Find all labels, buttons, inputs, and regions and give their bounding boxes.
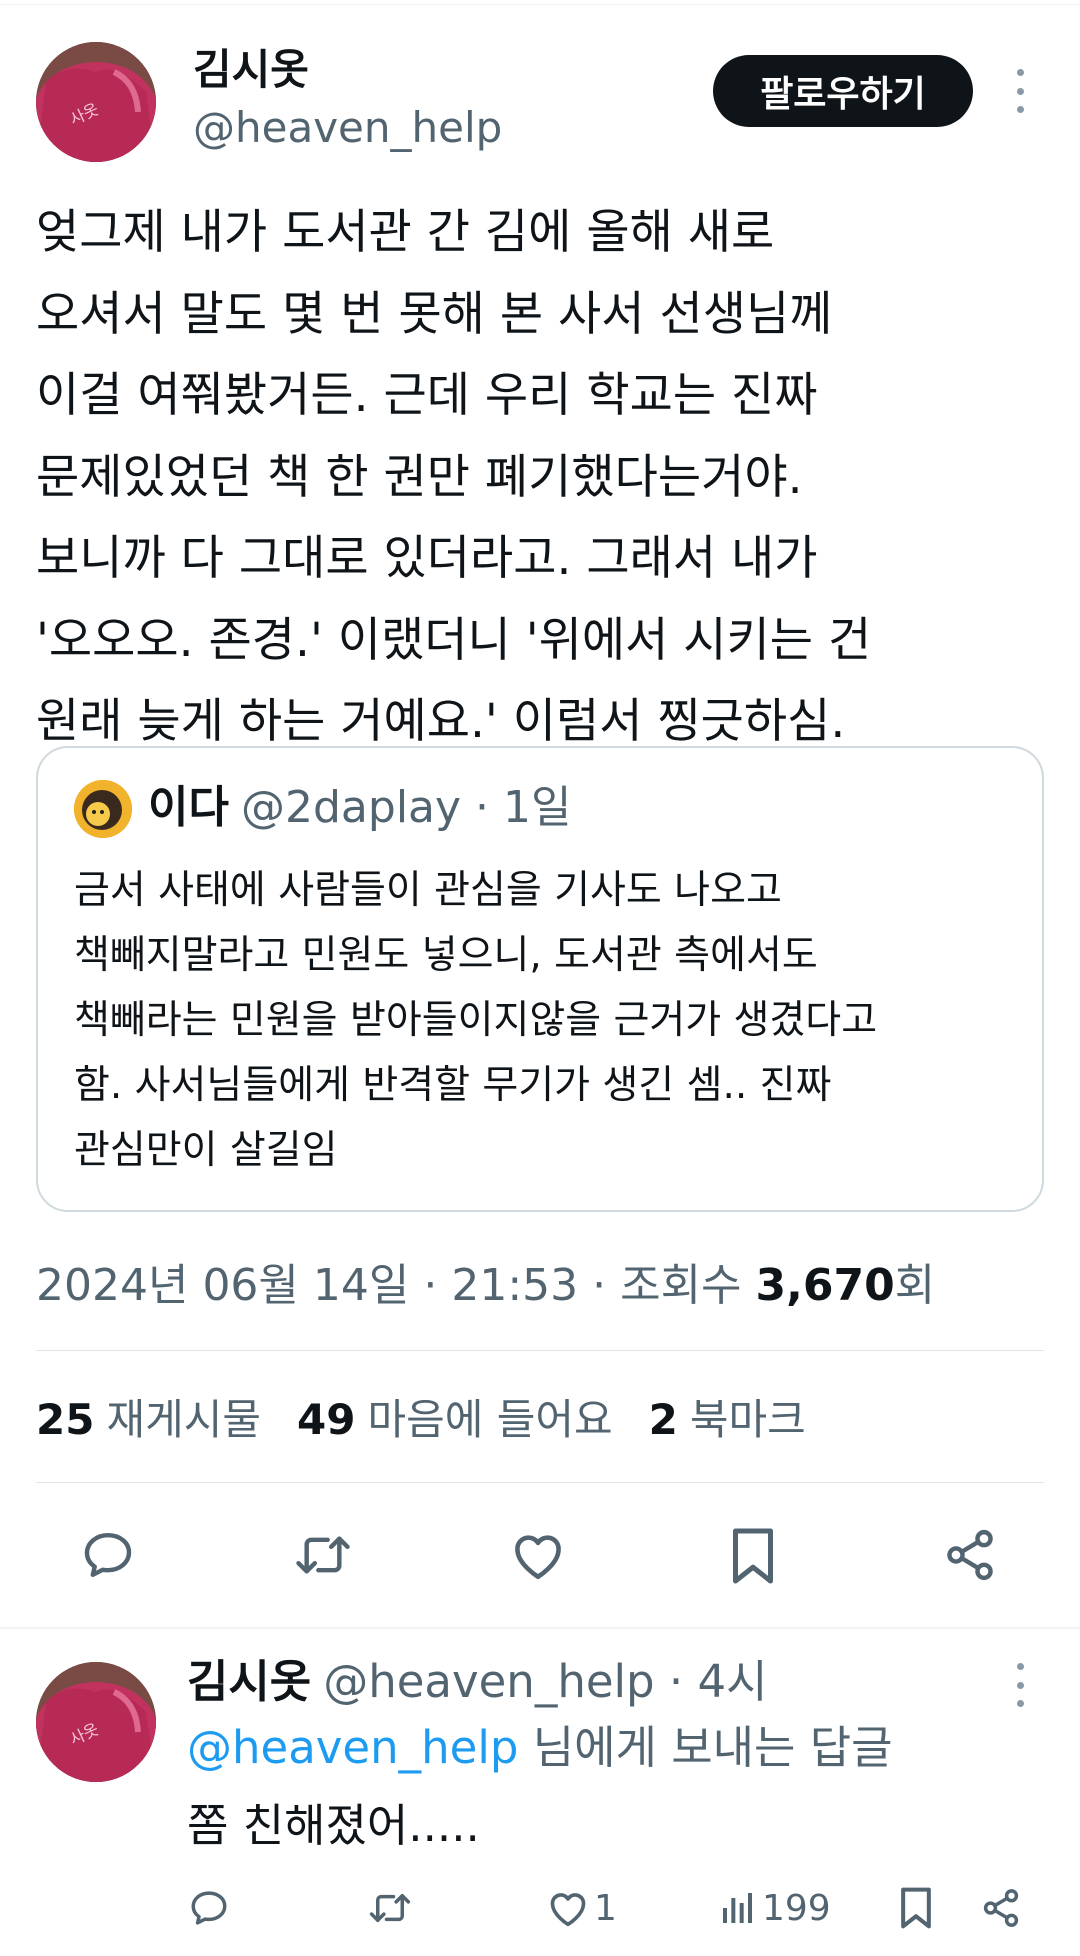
quote-avatar <box>74 780 132 838</box>
reply-icon[interactable] <box>78 1525 138 1585</box>
reply-views-button[interactable]: 199 <box>718 1878 831 1938</box>
divider <box>36 1482 1044 1483</box>
more-icon[interactable] <box>1008 61 1032 121</box>
like-icon <box>550 1893 586 1927</box>
more-icon[interactable] <box>1008 1655 1032 1715</box>
quoted-tweet[interactable]: 이다 @2daplay · 1일 금서 사태에 사람들이 관심을 기사도 나오고… <box>36 746 1044 1212</box>
replying-to: @heaven_help 님에게 보내는 답글 <box>187 1716 893 1780</box>
author-name[interactable]: 김시옷 <box>193 42 309 98</box>
bookmarks-stat[interactable]: 2 북마크 <box>649 1390 806 1450</box>
reply-repost-button[interactable] <box>366 1878 414 1938</box>
quote-text: 금서 사태에 사람들이 관심을 기사도 나오고 책빼지말라고 민원도 넣으니, … <box>74 868 878 1173</box>
reply-avatar[interactable]: 사옷 <box>36 1662 156 1782</box>
engagement-stats: 25 재게시물 49 마음에 들어요 2 북마크 <box>36 1390 842 1450</box>
quote-author-meta: @2daplay · 1일 <box>241 782 572 833</box>
likes-stat[interactable]: 49 마음에 들어요 <box>297 1390 613 1450</box>
follow-button[interactable]: 팔로우하기 <box>713 55 973 127</box>
avatar-image: 사옷 <box>36 42 156 162</box>
reply-icon <box>191 1891 227 1925</box>
avatar[interactable]: 사옷 <box>36 42 156 162</box>
share-icon[interactable] <box>940 1525 1000 1585</box>
quote-author-name: 이다 <box>148 782 229 833</box>
reply-like-count: 1 <box>594 1887 617 1929</box>
reply-author-name[interactable]: 김시옷 <box>187 1655 311 1708</box>
replying-to-suffix: 님에게 보내는 답글 <box>518 1721 893 1774</box>
mention-link[interactable]: @heaven_help <box>187 1721 518 1774</box>
share-icon <box>983 1889 1019 1927</box>
like-icon[interactable] <box>508 1525 568 1585</box>
top-divider <box>0 4 1080 5</box>
repost-icon[interactable] <box>290 1525 356 1585</box>
reply-views-count: 199 <box>762 1887 831 1929</box>
author-handle[interactable]: @heaven_help <box>193 100 502 156</box>
reply-share-button[interactable] <box>980 1878 1022 1938</box>
avatar-image: 사옷 <box>36 1662 156 1782</box>
section-divider <box>0 1627 1080 1629</box>
timestamp-text: 2024년 06월 14일 · 21:53 · 조회수 <box>36 1260 756 1311</box>
reply-meta: @heaven_help · 4시 <box>323 1655 768 1708</box>
tweet-timestamp: 2024년 06월 14일 · 21:53 · 조회수 3,670회 <box>36 1254 935 1318</box>
reply-reply-button[interactable] <box>187 1878 231 1938</box>
reply-like-button[interactable]: 1 <box>546 1878 617 1938</box>
reposts-stat[interactable]: 25 재게시물 <box>36 1390 261 1450</box>
reply-text: 쫌 친해졌어..... <box>187 1799 480 1852</box>
divider <box>36 1350 1044 1351</box>
reply-header: 김시옷 @heaven_help · 4시 <box>187 1650 768 1714</box>
views-icon <box>723 1893 752 1923</box>
views-unit: 회 <box>894 1260 936 1311</box>
views-count: 3,670 <box>755 1260 895 1311</box>
bookmark-icon[interactable] <box>728 1525 778 1587</box>
reply-bookmark-button[interactable] <box>898 1878 934 1938</box>
tweet-text: 엊그제 내가 도서관 간 김에 올해 새로 오셔서 말도 몇 번 못해 본 사서… <box>36 205 872 749</box>
repost-icon <box>369 1894 411 1922</box>
bookmark-icon <box>901 1887 931 1929</box>
